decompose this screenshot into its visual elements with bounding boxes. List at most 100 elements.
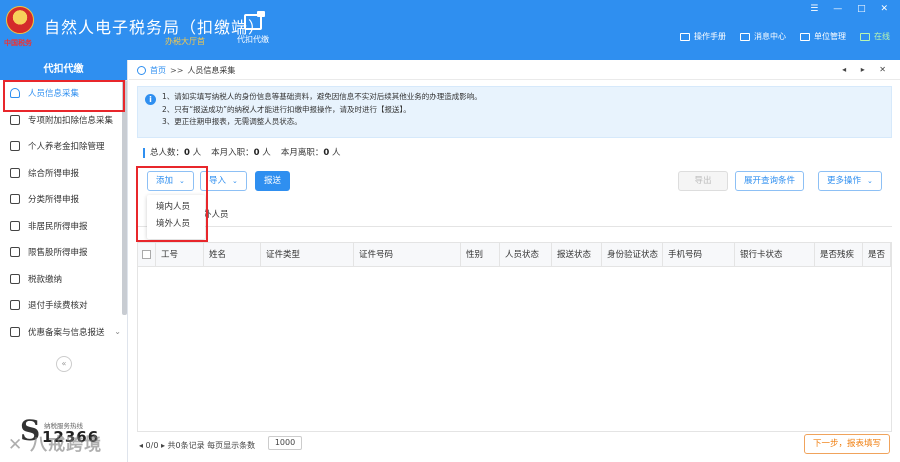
chevron-down-icon: ⌄ (232, 177, 238, 185)
column-header[interactable]: 性别 (461, 243, 500, 267)
total-value: 0 (184, 148, 190, 158)
highlight-box-add (136, 166, 208, 242)
sidebar-item[interactable]: 分类所得申报 (0, 186, 127, 213)
column-header[interactable]: 手机号码 (663, 243, 735, 267)
online-icon (860, 32, 870, 41)
sidebar-item[interactable]: 个人养老金扣除管理 (0, 133, 127, 160)
column-header[interactable]: 是否残疾 (815, 243, 863, 267)
sidebar-item-label: 税款缴纳 (28, 274, 63, 285)
filing-icon (10, 326, 20, 337)
sidebar-scrollbar[interactable] (122, 80, 127, 315)
breadcrumb-home[interactable]: 首页 (150, 65, 166, 76)
notice-line: 3、更正往期申报表，无需调整人员状态。 (162, 117, 302, 126)
pagination[interactable]: ◂ 0/0 ▸ 共0条记录 每页显示条数 (139, 440, 255, 451)
submit-button[interactable]: 报送 (255, 171, 291, 191)
layers-icon (10, 167, 20, 178)
sidebar-item-label: 非居民所得申报 (28, 221, 88, 232)
sidebar-title: 代扣代缴 (0, 60, 127, 80)
select-all-checkbox[interactable] (138, 243, 156, 267)
collapse-sidebar-button[interactable]: « (56, 356, 72, 372)
toolbar: 添加 ⌄ 导入 ⌄ 报送 导出 展开查询条件 更多操作 ⌄ (143, 171, 893, 191)
sidebar-item-label: 限售股所得申报 (28, 248, 88, 259)
tax-emblem-icon (6, 6, 34, 34)
person-stats: 总人数：0 人 本月入职：0 人 本月离职：0 人 (143, 148, 340, 158)
message-label: 消息中心 (754, 32, 786, 41)
pension-icon (10, 141, 20, 152)
highlight-box-sidebar (3, 80, 125, 112)
column-header[interactable]: 证件类型 (261, 243, 354, 267)
hired-label: 本月入职： (211, 148, 254, 158)
total-count: 总人数：0 人 (150, 148, 201, 158)
hired-count: 本月入职：0 人 (211, 148, 271, 158)
notice-line: 2、只有“报送成功”的纳税人才能进行扣缴申报操作，请及时进行【报送】。 (162, 104, 411, 114)
more-label: 更多操作 (827, 176, 862, 186)
hired-value: 0 (253, 148, 260, 158)
message-icon (740, 32, 750, 41)
sidebar-item-label: 专项附加扣除信息采集 (28, 115, 114, 126)
person-table: 工号 姓名 证件类型 证件号码 性别 人员状态 报送状态 身份验证状态 手机号码 银行卡状态 是否残… (137, 242, 892, 432)
column-header[interactable]: 工号 (156, 243, 204, 267)
import-label: 导入 (209, 176, 227, 186)
refund-icon (10, 300, 20, 311)
watermark: ✕ 八戒跨境 (8, 435, 103, 455)
person-type-tabs: 外人员 (137, 205, 892, 227)
nonresident-icon (10, 220, 20, 231)
nav-tab-label: 代扣代缴 (237, 35, 269, 44)
list-icon (10, 114, 20, 125)
total-label: 总人数： (150, 148, 185, 158)
sidebar-item-label: 分类所得申报 (28, 195, 80, 206)
manual-icon (680, 32, 690, 41)
unit-management-button[interactable]: 单位管理 (800, 31, 846, 42)
breadcrumb-current[interactable]: 人员信息采集 (187, 65, 235, 76)
column-header[interactable]: 姓名 (204, 243, 261, 267)
sidebar-item-label: 综合所得申报 (28, 168, 80, 179)
manual-button[interactable]: 操作手册 (680, 31, 726, 42)
sidebar-item[interactable]: 退付手续费核对 (0, 292, 127, 319)
info-icon: i (145, 94, 156, 105)
top-header: 中国税务 自然人电子税务局（扣缴端） 办税大厅首 代扣代缴 ☰ — □ ✕ 操作… (0, 0, 900, 60)
export-button[interactable]: 导出 (678, 171, 728, 191)
nav-tab-hall[interactable]: 办税大厅首 (165, 36, 205, 47)
column-header[interactable]: 证件号码 (354, 243, 461, 267)
unit-icon (800, 32, 810, 41)
column-header[interactable]: 银行卡状态 (735, 243, 815, 267)
sidebar-item[interactable]: 优惠备案与信息报送 ⌄ (0, 319, 127, 346)
pie-icon (10, 194, 20, 205)
unit-label: 人 (192, 148, 202, 158)
logo-text: 中国税务 (4, 39, 32, 47)
notice-line: 1、请如实填写纳税人的身份信息等基础资料，避免因信息不实对后续其他业务的办理造成… (162, 92, 482, 101)
message-center-button[interactable]: 消息中心 (740, 31, 786, 42)
page-tab-controls[interactable]: ◂ ▸ ✕ (842, 65, 892, 74)
sidebar-item[interactable]: 非居民所得申报 (0, 213, 127, 240)
expand-query-button[interactable]: 展开查询条件 (735, 171, 805, 191)
next-step-button[interactable]: 下一步，报表填写 (803, 434, 890, 454)
more-actions-button[interactable]: 更多操作 ⌄ (818, 171, 882, 191)
column-header[interactable]: 报送状态 (552, 243, 602, 267)
online-label: 在线 (874, 32, 890, 41)
top-tools: 操作手册 消息中心 单位管理 在线 (680, 31, 890, 42)
breadcrumb: 首页 >> 人员信息采集 ◂ ▸ ✕ (129, 62, 900, 80)
column-header[interactable]: 人员状态 (500, 243, 552, 267)
unit-label: 单位管理 (814, 32, 846, 41)
column-header[interactable]: 身份验证状态 (602, 243, 663, 267)
manual-label: 操作手册 (694, 32, 726, 41)
payment-icon (10, 273, 20, 284)
sidebar-item[interactable]: 税款缴纳 (0, 266, 127, 293)
window-controls[interactable]: ☰ — □ ✕ (810, 4, 894, 14)
breadcrumb-separator: >> (170, 66, 184, 75)
table-header: 工号 姓名 证件类型 证件号码 性别 人员状态 报送状态 身份验证状态 手机号码 银行卡状态 是否残… (138, 243, 891, 267)
home-icon (137, 66, 146, 75)
sidebar-item[interactable]: 综合所得申报 (0, 160, 127, 187)
sidebar-item[interactable]: 限售股所得申报 (0, 239, 127, 266)
column-header[interactable]: 是否 (863, 243, 891, 267)
stock-icon (10, 247, 20, 258)
proxy-withhold-icon (244, 11, 265, 30)
online-status-button[interactable]: 在线 (860, 31, 890, 42)
chevron-down-icon: ⌄ (114, 327, 121, 337)
sidebar: 代扣代缴 人员信息采集 专项附加扣除信息采集 个人养老金扣除管理 综合所得申报 分类所得… (0, 60, 128, 462)
table-footer: ◂ 0/0 ▸ 共0条记录 每页显示条数 1000 下一步，报表填写 (137, 434, 892, 457)
page-size-input[interactable]: 1000 (268, 436, 302, 450)
unit-label: 人 (331, 148, 341, 158)
left-value: 0 (323, 148, 330, 158)
nav-tab-proxy-withhold[interactable]: 代扣代缴 (228, 8, 278, 45)
